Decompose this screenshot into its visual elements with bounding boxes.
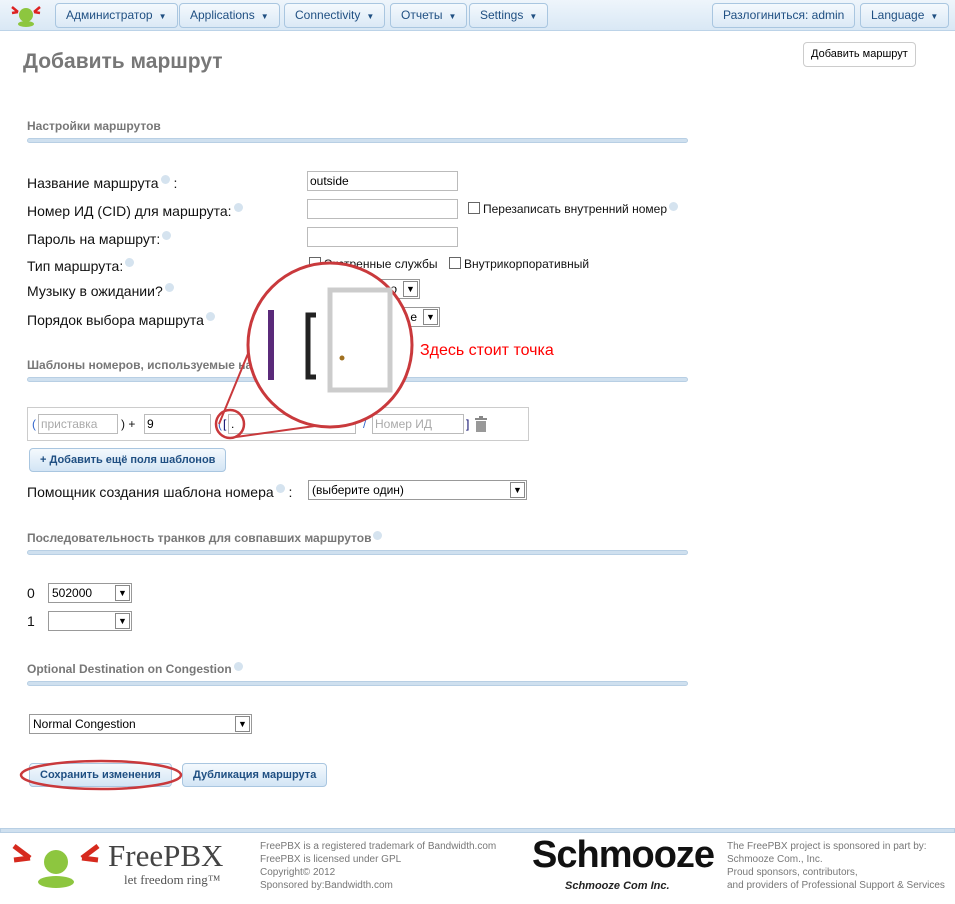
freepbx-logo-text: FreePBX	[108, 838, 224, 873]
sponsor-info: The FreePBX project is sponsored in part…	[727, 840, 945, 892]
footer-line: Copyright© 2012	[260, 867, 336, 878]
footer-line: The FreePBX project is sponsored in part…	[727, 841, 927, 852]
annotation-text: Здесь стоит точка	[420, 342, 554, 359]
freepbx-tagline: let freedom ring™	[124, 872, 221, 887]
magnified-cursor	[268, 310, 274, 380]
footer-line: and providers of Professional Support & …	[727, 880, 945, 891]
schmooze-subtitle: Schmooze Com Inc.	[565, 880, 670, 892]
freepbx-info: FreePBX is a registered trademark of Ban…	[260, 840, 496, 892]
magnified-dot	[339, 355, 345, 361]
footer-line: Schmooze Com., Inc.	[727, 854, 823, 865]
footer-line: FreePBX is a registered trademark of Ban…	[260, 841, 497, 852]
footer-line: Proud sponsors, contributors,	[727, 867, 858, 878]
footer-line: FreePBX is licensed under GPL	[260, 854, 402, 865]
zoom-annotation	[19, 261, 414, 791]
schmooze-logo: Schmooze	[532, 834, 715, 876]
highlight-circle	[214, 408, 246, 440]
footer-line: Sponsored by:Bandwidth.com	[260, 880, 393, 891]
freepbx-frog-logo	[12, 844, 100, 888]
save-highlight-ellipse	[19, 759, 183, 791]
footer-divider	[0, 828, 955, 833]
